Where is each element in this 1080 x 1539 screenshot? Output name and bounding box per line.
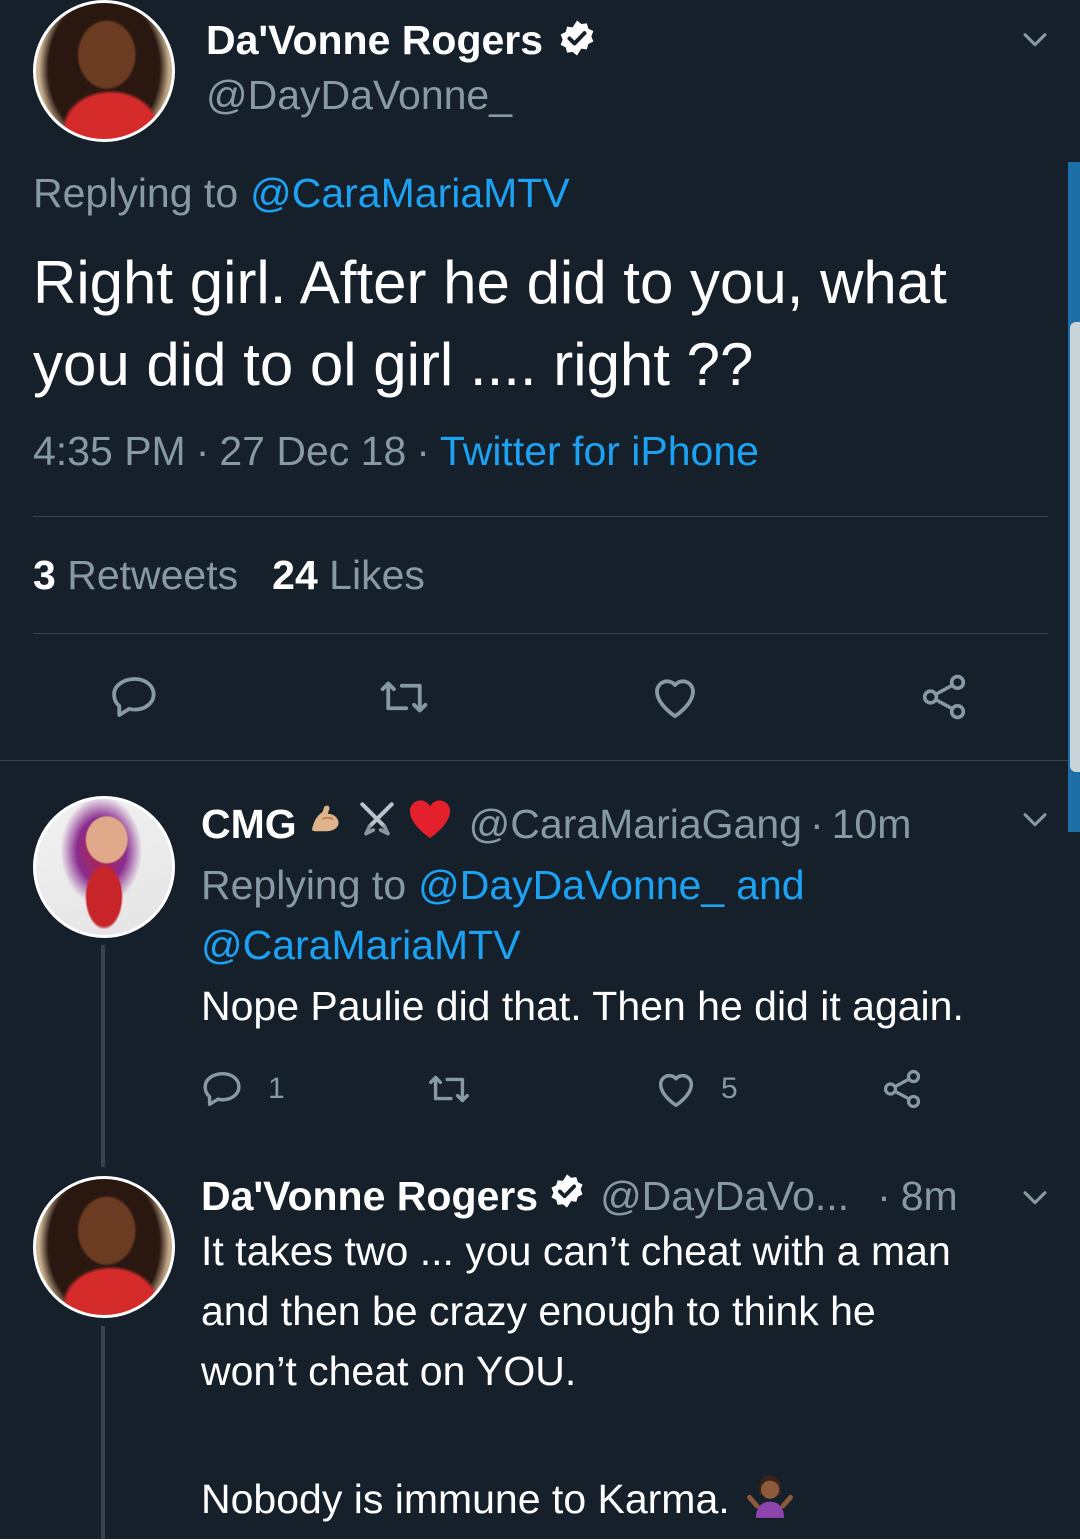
tweet-source[interactable]: Twitter for iPhone — [440, 428, 759, 475]
likes-count: 24 — [272, 552, 318, 598]
reply1-header: CMG @CaraMariaGang · 10m — [201, 796, 911, 852]
main-tweet-meta: 4:35 PM · 27 Dec 18 · Twitter for iPhone — [33, 428, 759, 475]
verified-badge-icon — [557, 18, 597, 63]
meta-separator: · — [809, 800, 824, 847]
reply2-handle[interactable]: @DayDaVo... — [600, 1173, 849, 1220]
chevron-down-icon[interactable] — [1018, 1180, 1052, 1214]
main-tweet-author-name[interactable]: Da'Vonne Rogers — [206, 17, 543, 64]
main-tweet-text-line1: Right girl. After he did to you, what — [33, 249, 947, 316]
retweet-icon[interactable] — [374, 670, 434, 724]
divider — [33, 633, 1048, 634]
main-tweet-handle[interactable]: @DayDaVonne_ — [206, 72, 512, 119]
scrollbar-thumb[interactable] — [1070, 322, 1080, 772]
heart-icon[interactable] — [652, 1066, 700, 1112]
avatar-davonne[interactable] — [33, 0, 175, 142]
reply2-text-line4: Nobody is immune to Karma. — [201, 1475, 730, 1522]
retweet-icon[interactable] — [423, 1066, 475, 1112]
person-shrugging-icon — [744, 1468, 796, 1530]
replying-to-label: Replying to — [201, 862, 407, 908]
divider — [33, 516, 1048, 517]
crossed-swords-icon — [355, 797, 399, 851]
share-icon[interactable] — [878, 1066, 926, 1112]
replying-to-link[interactable]: @CaraMariaMTV — [250, 170, 570, 217]
replying-to-link[interactable]: @DayDaVonne_ — [418, 862, 724, 909]
avatar-cmg[interactable] — [33, 796, 175, 938]
share-icon[interactable] — [916, 670, 972, 724]
like-count: 5 — [721, 1072, 738, 1105]
flexed-biceps-icon — [305, 798, 347, 850]
red-heart-icon — [407, 798, 453, 850]
engagement-stats: 3 Retweets 24 Likes — [33, 552, 425, 599]
reply1-handle[interactable]: @CaraMariaGang — [469, 801, 802, 848]
reply2-time[interactable]: 8m — [901, 1173, 958, 1220]
meta-separator: · — [416, 428, 430, 474]
divider — [0, 760, 1080, 761]
likes-label: Likes — [329, 552, 425, 598]
avatar-davonne[interactable] — [33, 1176, 175, 1318]
reply2-header: Da'Vonne Rogers @DayDaVo... · 8m — [201, 1168, 958, 1224]
reply2-text-line2: and then be crazy enough to think he — [201, 1288, 876, 1334]
retweets-count: 3 — [33, 552, 56, 598]
reply1-author-name[interactable]: CMG — [201, 801, 297, 848]
chevron-down-icon[interactable] — [1018, 22, 1052, 56]
reply2-text-line3: won’t cheat on YOU. — [201, 1348, 577, 1394]
replying-to-label: Replying to — [33, 170, 239, 216]
reply1-time[interactable]: 10m — [832, 801, 912, 848]
main-tweet-author-row: Da'Vonne Rogers — [206, 12, 597, 68]
thread-line — [101, 1326, 105, 1539]
likes-stat[interactable]: 24 Likes — [272, 552, 425, 599]
thread-line — [101, 945, 105, 1167]
main-tweet-text-line2: you did to ol girl .... right ?? — [33, 331, 754, 398]
tweet-date[interactable]: 27 Dec 18 — [219, 428, 406, 475]
verified-badge-icon — [548, 1172, 586, 1220]
reply2-last-line: Nobody is immune to Karma. — [201, 1468, 796, 1530]
replying-joiner[interactable]: and — [736, 862, 804, 909]
reply-icon[interactable] — [108, 670, 162, 724]
retweets-label: Retweets — [67, 552, 239, 598]
reply1-text: Nope Paulie did that. Then he did it aga… — [201, 983, 964, 1029]
meta-separator: · — [877, 1172, 891, 1219]
reply2-text-line1: It takes two ... you can’t cheat with a … — [201, 1228, 951, 1274]
main-tweet-replying: Replying to @CaraMariaMTV — [33, 170, 570, 217]
meta-separator: · — [195, 428, 210, 474]
reply-icon[interactable] — [200, 1066, 246, 1112]
tweet-time[interactable]: 4:35 PM — [33, 428, 186, 475]
chevron-down-icon[interactable] — [1018, 802, 1052, 836]
reply-count: 1 — [268, 1072, 285, 1105]
retweets-stat[interactable]: 3 Retweets — [33, 552, 238, 599]
heart-icon[interactable] — [647, 670, 703, 724]
replying-to-link[interactable]: @CaraMariaMTV — [201, 922, 521, 969]
reply2-author-name[interactable]: Da'Vonne Rogers — [201, 1173, 538, 1220]
reply1-replying: Replying to @DayDaVonne_ and — [201, 862, 805, 909]
